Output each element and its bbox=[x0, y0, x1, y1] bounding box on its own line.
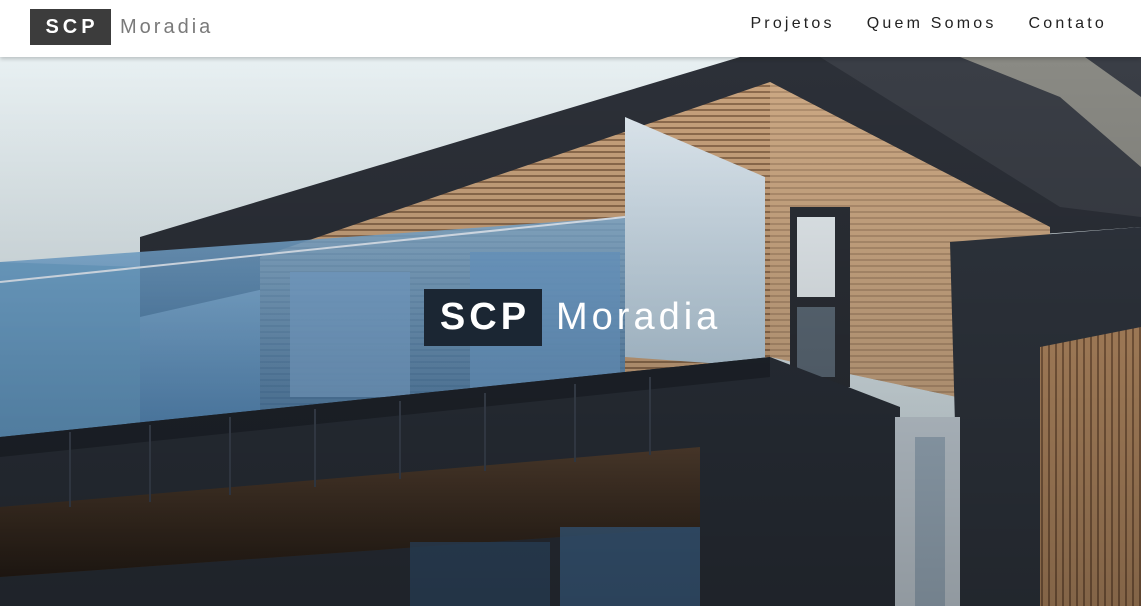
navbar: SCP Moradia Projetos Quem Somos Contato bbox=[0, 0, 1141, 57]
hero-banner: SCP Moradia bbox=[0, 57, 1141, 606]
main-nav: Projetos Quem Somos Contato bbox=[750, 15, 1107, 33]
nav-link-projetos[interactable]: Projetos bbox=[750, 15, 834, 33]
brand-abbr: SCP bbox=[30, 9, 111, 45]
brand-logo[interactable]: SCP Moradia bbox=[30, 9, 213, 45]
brand-name: Moradia bbox=[120, 15, 214, 38]
hero-name: Moradia bbox=[556, 296, 722, 338]
nav-link-quem-somos[interactable]: Quem Somos bbox=[867, 15, 997, 33]
hero-abbr: SCP bbox=[424, 289, 542, 346]
nav-link-contato[interactable]: Contato bbox=[1029, 15, 1107, 33]
hero-title: SCP Moradia bbox=[424, 289, 721, 346]
